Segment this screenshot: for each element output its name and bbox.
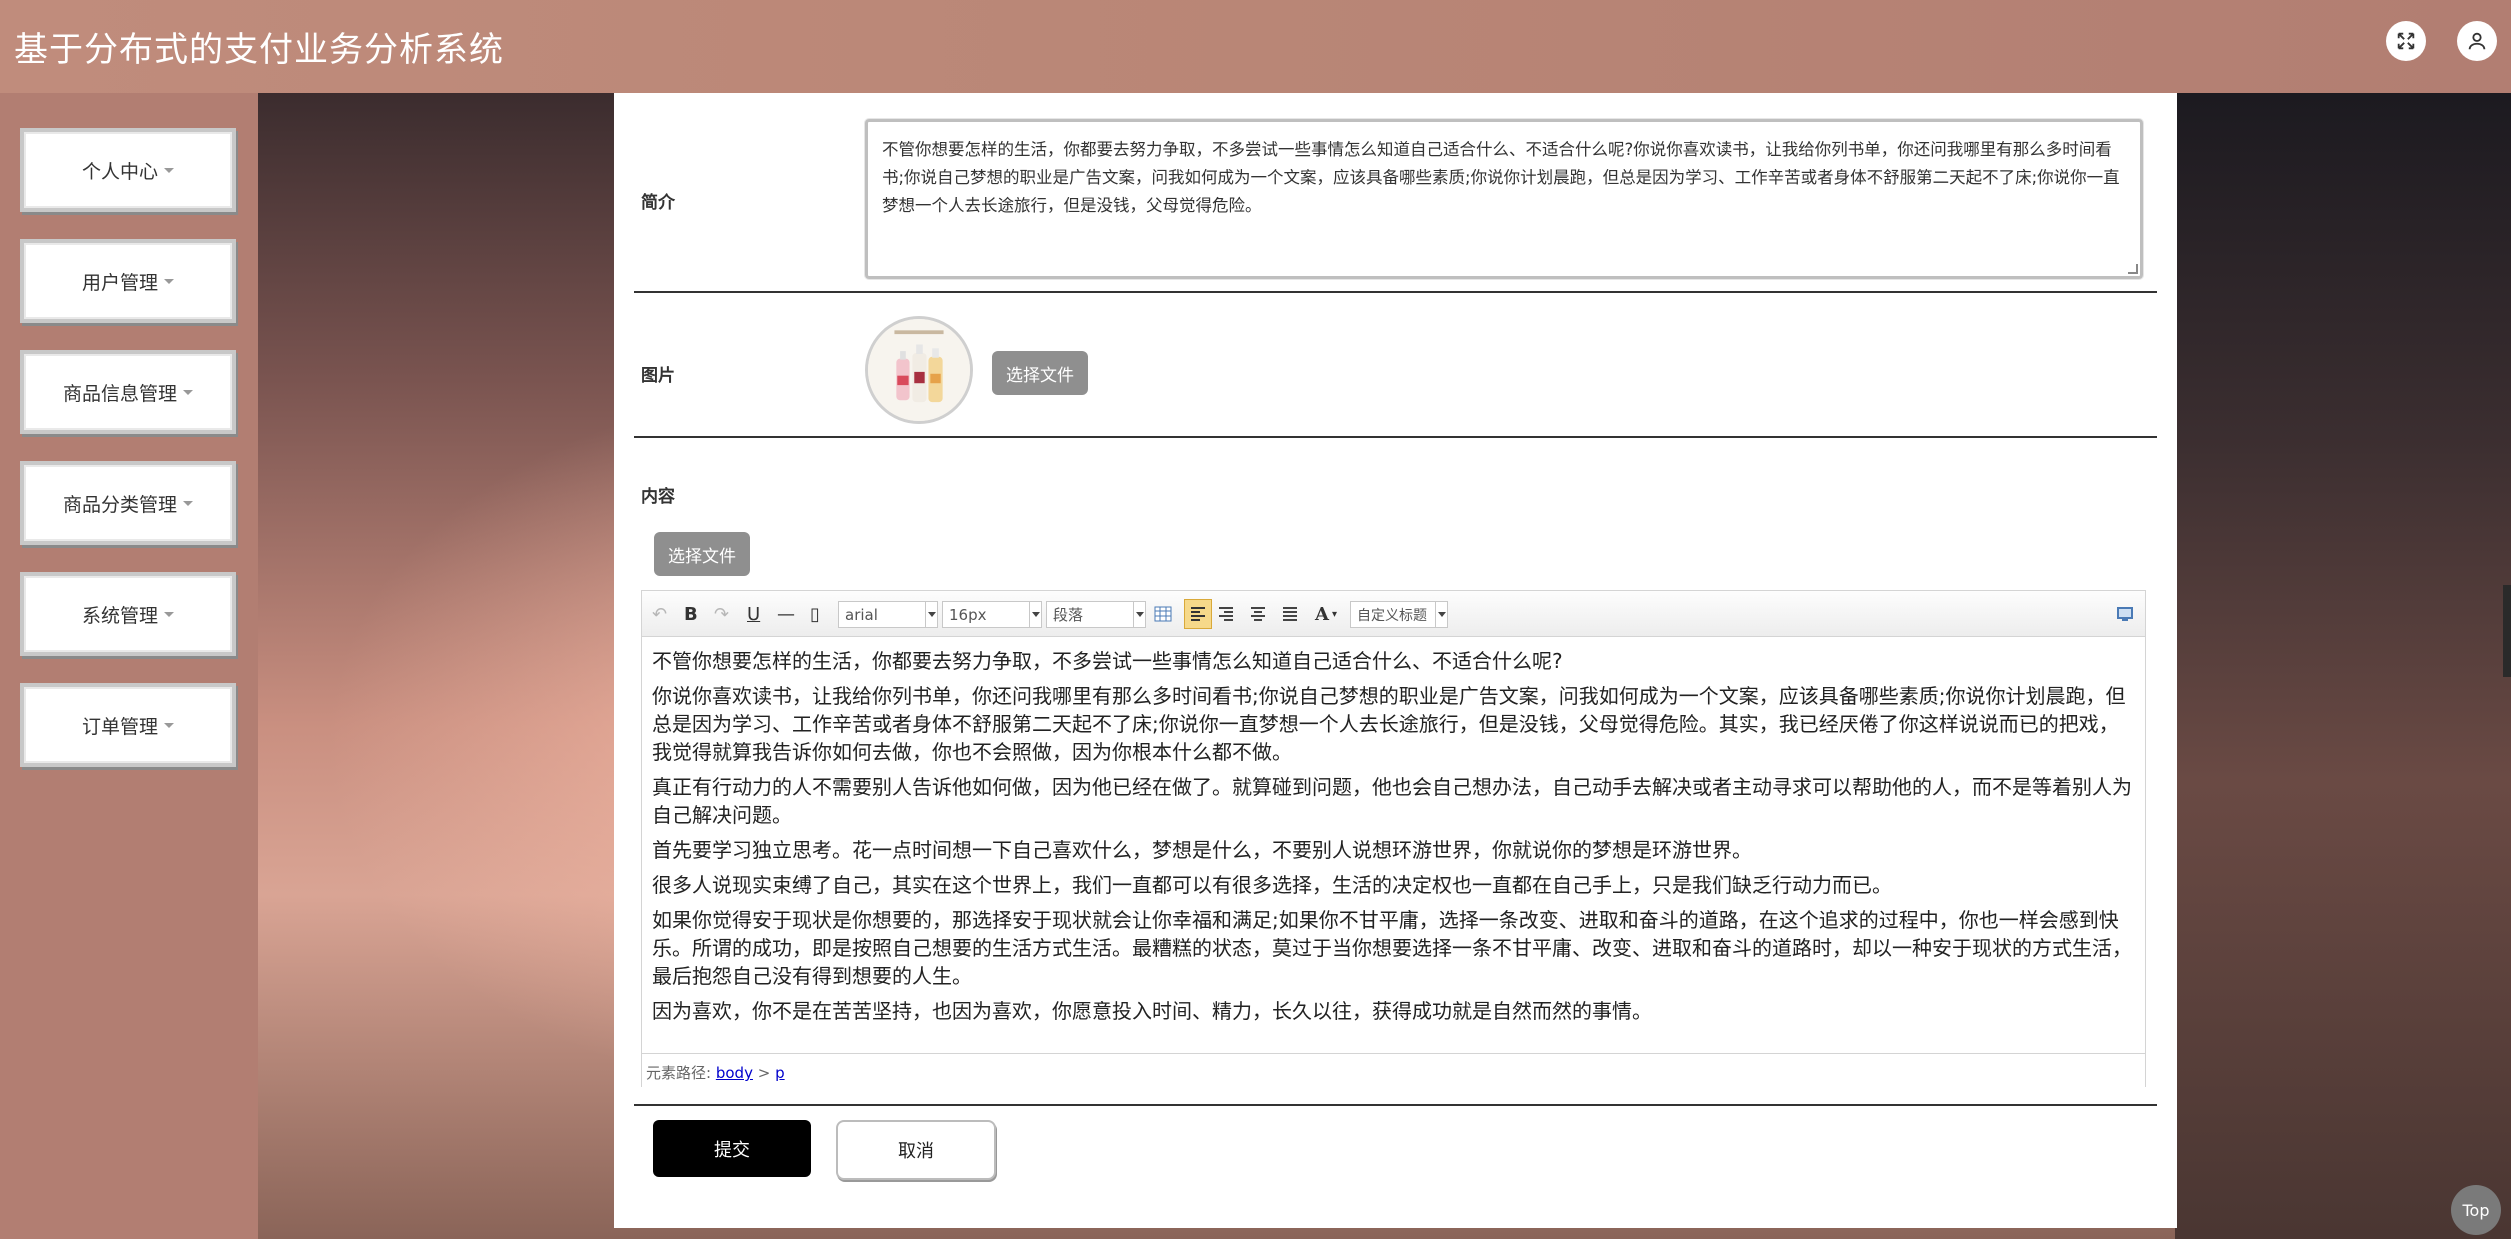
fullscreen-button[interactable] [2386,21,2426,61]
top-header: 基于分布式的支付业务分析系统 [0,0,2511,93]
html-source-icon[interactable] [2116,602,2134,626]
divider [634,291,2157,293]
image-choose-file-button[interactable]: 选择文件 [992,351,1088,395]
editor-toolbar: ↶ B ↷ U — ▯ arial 16px 段落 A ▾ 自定义标题 [642,591,2145,637]
content-paragraph: 如果你觉得安于现状是你想要的，那选择安于现状就会让你幸福和满足;如果你不甘平庸，… [652,908,2132,988]
resize-handle[interactable] [2128,264,2138,274]
font-size-value: 16px [949,605,987,624]
product-image-thumbnail [865,316,973,424]
sidebar-item-product-category[interactable]: 商品分类管理 [20,461,236,545]
table-icon[interactable] [1154,602,1172,626]
sidebar-item-user-management[interactable]: 用户管理 [20,239,236,323]
app-title: 基于分布式的支付业务分析系统 [14,30,504,70]
font-color-icon[interactable]: A ▾ [1315,602,1337,626]
rich-text-editor: ↶ B ↷ U — ▯ arial 16px 段落 A ▾ 自定义标题 不管你想… [641,590,2146,1087]
caret-down-icon [183,389,193,395]
redo-icon[interactable]: ↷ [714,602,729,626]
intro-textarea[interactable]: 不管你想要怎样的生活，你都要去努力争取，不多尝试一些事情怎么知道自己适合什么、不… [865,119,2143,279]
element-path-separator: > [757,1064,771,1082]
content-paragraph: 不管你想要怎样的生活，你都要去努力争取，不多尝试一些事情怎么知道自己适合什么、不… [652,649,1563,673]
user-icon [2468,32,2486,50]
align-right-icon[interactable] [1218,602,1234,626]
font-size-select[interactable]: 16px [942,601,1042,628]
align-center-icon[interactable] [1250,602,1266,626]
sidebar-item-label: 个人中心 [81,160,158,183]
product-bottles-image [868,319,970,421]
image-label: 图片 [641,366,675,386]
undo-icon[interactable]: ↶ [652,602,667,626]
element-path-bar: 元素路径: body > p [642,1053,2145,1087]
divider [634,1104,2157,1106]
user-menu-button[interactable] [2457,21,2497,61]
form-card: 简介 不管你想要怎样的生活，你都要去努力争取，不多尝试一些事情怎么知道自己适合什… [614,93,2177,1228]
sidebar-item-label: 系统管理 [81,604,158,627]
cancel-button[interactable]: 取消 [836,1120,996,1180]
intro-label: 简介 [641,193,675,213]
sidebar: 个人中心 用户管理 商品信息管理 商品分类管理 系统管理 订单管理 [0,93,258,1239]
horizontal-rule-icon[interactable]: — [777,602,795,626]
caret-down-icon [164,167,174,173]
intro-text: 不管你想要怎样的生活，你都要去努力争取，不多尝试一些事情怎么知道自己适合什么、不… [882,140,2120,215]
paragraph-select[interactable]: 段落 [1046,601,1146,628]
align-left-icon[interactable] [1184,599,1212,629]
sidebar-item-system[interactable]: 系统管理 [20,572,236,656]
content-paragraph: 你说你喜欢读书，让我给你列书单，你还问我哪里有那么多时间看书;你说自己梦想的职业… [652,684,2126,764]
sidebar-item-product-info[interactable]: 商品信息管理 [20,350,236,434]
element-path-body-link[interactable]: body [716,1064,753,1082]
custom-title-value: 自定义标题 [1357,607,1427,624]
paragraph-value: 段落 [1053,606,1084,624]
content-paragraph: 很多人说现实束缚了自己，其实在这个世界上，我们一直都可以有很多选择，生活的决定权… [652,873,1892,897]
font-family-value: arial [845,605,878,624]
custom-title-select[interactable]: 自定义标题 [1350,601,1448,628]
align-justify-icon[interactable] [1282,602,1298,626]
content-label: 内容 [641,487,675,507]
submit-button[interactable]: 提交 [653,1120,811,1177]
sidebar-item-label: 商品分类管理 [62,493,177,516]
content-paragraph: 因为喜欢，你不是在苦苦坚持，也因为喜欢，你愿意投入时间、精力，长久以往，获得成功… [652,999,1652,1023]
sidebar-item-orders[interactable]: 订单管理 [20,683,236,767]
background-image-right [2175,93,2511,1239]
page-scrollbar-thumb[interactable] [2503,585,2511,677]
content-paragraph: 真正有行动力的人不需要别人告诉他如何做，因为他已经在做了。就算碰到问题，他也会自… [652,775,2132,827]
editor-content-area[interactable]: 不管你想要怎样的生活，你都要去努力争取，不多尝试一些事情怎么知道自己适合什么、不… [642,637,2145,1053]
bold-icon[interactable]: B [684,602,698,626]
content-choose-file-button[interactable]: 选择文件 [654,532,750,576]
element-path-label: 元素路径: [646,1064,712,1082]
element-path-p-link[interactable]: p [775,1064,785,1082]
font-family-select[interactable]: arial [838,601,938,628]
sidebar-item-label: 用户管理 [81,271,158,294]
caret-down-icon [164,278,174,284]
content-paragraph: 首先要学习独立思考。花一点时间想一下自己喜欢什么，梦想是什么，不要别人说想环游世… [652,838,1752,862]
expand-icon [2397,32,2415,50]
caret-down-icon [164,722,174,728]
caret-down-icon [183,500,193,506]
sidebar-item-label: 商品信息管理 [62,382,177,405]
sidebar-item-personal-center[interactable]: 个人中心 [20,128,236,212]
divider [634,436,2157,438]
paste-plain-icon[interactable]: ▯ [810,602,820,626]
sidebar-item-label: 订单管理 [81,715,158,738]
back-to-top-button[interactable]: Top [2451,1185,2501,1235]
caret-down-icon [164,611,174,617]
underline-icon[interactable]: U [747,602,760,626]
